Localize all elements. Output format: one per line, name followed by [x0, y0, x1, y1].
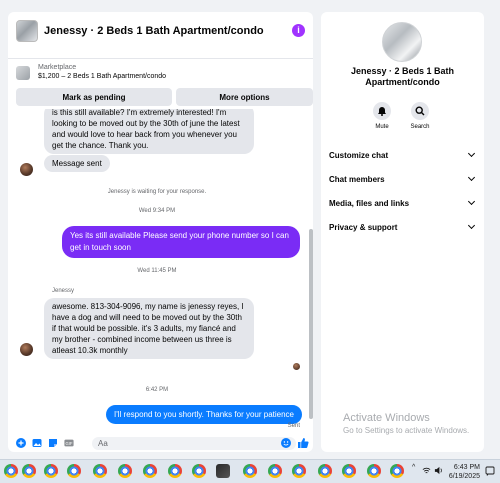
chat-header[interactable]: Jenessy · 2 Beds 1 Bath Apartment/condo	[16, 18, 264, 44]
chevron-down-icon	[467, 173, 476, 182]
media-files-links-row[interactable]: Media, files and links	[329, 196, 477, 210]
mark-as-pending-button[interactable]: Mark as pending	[16, 88, 172, 106]
sender-name: Jenessy	[52, 288, 75, 294]
chrome-icon[interactable]	[4, 464, 18, 478]
watermark-title: Activate Windows	[343, 412, 430, 424]
chrome-icon[interactable]	[44, 464, 58, 478]
chrome-icon[interactable]	[268, 464, 282, 478]
chrome-icon[interactable]	[367, 464, 381, 478]
scroll-thumb[interactable]	[309, 229, 313, 419]
outgoing-message: I'll respond to you shortly. Thanks for …	[106, 405, 302, 424]
chrome-icon[interactable]	[318, 464, 332, 478]
chrome-icon[interactable]	[22, 464, 36, 478]
incoming-message: Message sent	[44, 155, 110, 172]
message-scrollbar[interactable]	[308, 109, 313, 432]
image-icon[interactable]	[32, 438, 42, 448]
search-label: Search	[410, 124, 430, 130]
chevron-down-icon	[467, 221, 476, 230]
incoming-message: is this still available? I'm extremely i…	[44, 109, 254, 154]
mute-label: Mute	[375, 124, 389, 130]
thumbs-up-icon[interactable]	[297, 437, 309, 449]
composer: GIF Aa	[8, 436, 313, 452]
watermark-subtitle: Go to Settings to activate Windows.	[343, 426, 470, 435]
tray-chevron-icon[interactable]: ^	[412, 464, 415, 471]
activate-windows-watermark: Activate Windows Go to Settings to activ…	[343, 412, 469, 435]
gif-icon[interactable]: GIF	[64, 438, 74, 448]
info-title: Jenessy · 2 Beds 1 Bath Apartment/condo	[350, 66, 455, 87]
chrome-icon[interactable]	[168, 464, 182, 478]
app-icon[interactable]	[216, 464, 230, 478]
incoming-message: awesome. 813-304-9096, my name is jeness…	[44, 298, 254, 359]
waiting-notice: Jenessy is waiting for your response.	[107, 189, 207, 195]
clock-time: 6:43 PM	[453, 464, 480, 471]
seen-avatar	[293, 363, 300, 370]
listing-price-title: $1,200 – 2 Beds 1 Bath Apartment/condo	[38, 73, 167, 80]
chrome-icon[interactable]	[143, 464, 157, 478]
marketplace-label: Marketplace	[38, 64, 77, 71]
menu-label: Chat members	[329, 174, 385, 184]
listing-thumbnail	[16, 20, 38, 42]
chrome-icon[interactable]	[67, 464, 81, 478]
notification-icon[interactable]	[485, 466, 495, 476]
chrome-icon[interactable]	[192, 464, 206, 478]
chat-panel: Jenessy · 2 Beds 1 Bath Apartment/condo …	[8, 12, 313, 452]
more-options-button[interactable]: More options	[176, 88, 313, 106]
timestamp: Wed 11:45 PM	[137, 268, 177, 274]
chrome-icon[interactable]	[390, 464, 404, 478]
windows-taskbar: ^ 6:43 PM 6/19/2025	[0, 459, 500, 483]
chrome-icon[interactable]	[292, 464, 306, 478]
message-list: is this still available? I'm extremely i…	[8, 109, 306, 432]
marketplace-listing[interactable]: Marketplace $1,200 – 2 Beds 1 Bath Apart…	[16, 64, 166, 80]
speaker-icon[interactable]	[434, 466, 443, 475]
sticker-icon[interactable]	[48, 438, 58, 448]
conversation-info-panel: Jenessy · 2 Beds 1 Bath Apartment/condo …	[321, 12, 484, 452]
timestamp: Wed 9:34 PM	[138, 208, 176, 214]
plus-icon[interactable]	[16, 438, 26, 448]
chrome-icon[interactable]	[118, 464, 132, 478]
sent-status: Sent	[287, 423, 300, 429]
menu-label: Privacy & support	[329, 222, 398, 232]
chat-title: Jenessy · 2 Beds 1 Bath Apartment/condo	[44, 25, 264, 37]
timestamp: 6:42 PM	[145, 387, 169, 393]
wifi-icon[interactable]	[422, 466, 431, 475]
clock-date: 6/19/2025	[448, 473, 480, 480]
search-icon	[415, 106, 425, 116]
chevron-down-icon	[467, 197, 476, 206]
header-divider	[8, 58, 313, 59]
chevron-down-icon	[467, 149, 476, 158]
info-icon[interactable]: i	[292, 24, 305, 37]
chrome-icon[interactable]	[342, 464, 356, 478]
outgoing-message: Yes its still available Please send your…	[62, 226, 300, 258]
menu-label: Media, files and links	[329, 198, 410, 208]
message-input[interactable]: Aa	[92, 437, 296, 450]
contact-avatar	[20, 163, 33, 176]
chrome-icon[interactable]	[243, 464, 257, 478]
chat-members-row[interactable]: Chat members	[329, 172, 477, 186]
listing-photo	[382, 22, 422, 62]
listing-small-thumbnail	[16, 66, 30, 80]
mute-button[interactable]	[373, 102, 391, 120]
emoji-icon[interactable]	[281, 438, 291, 448]
chrome-icon[interactable]	[93, 464, 107, 478]
contact-avatar	[20, 343, 33, 356]
svg-text:GIF: GIF	[66, 441, 73, 446]
menu-label: Customize chat	[329, 150, 389, 160]
customize-chat-row[interactable]: Customize chat	[329, 148, 477, 162]
privacy-support-row[interactable]: Privacy & support	[329, 220, 477, 234]
system-clock[interactable]: 6:43 PM 6/19/2025	[449, 463, 480, 481]
bell-icon	[378, 107, 386, 116]
search-button[interactable]	[411, 102, 429, 120]
